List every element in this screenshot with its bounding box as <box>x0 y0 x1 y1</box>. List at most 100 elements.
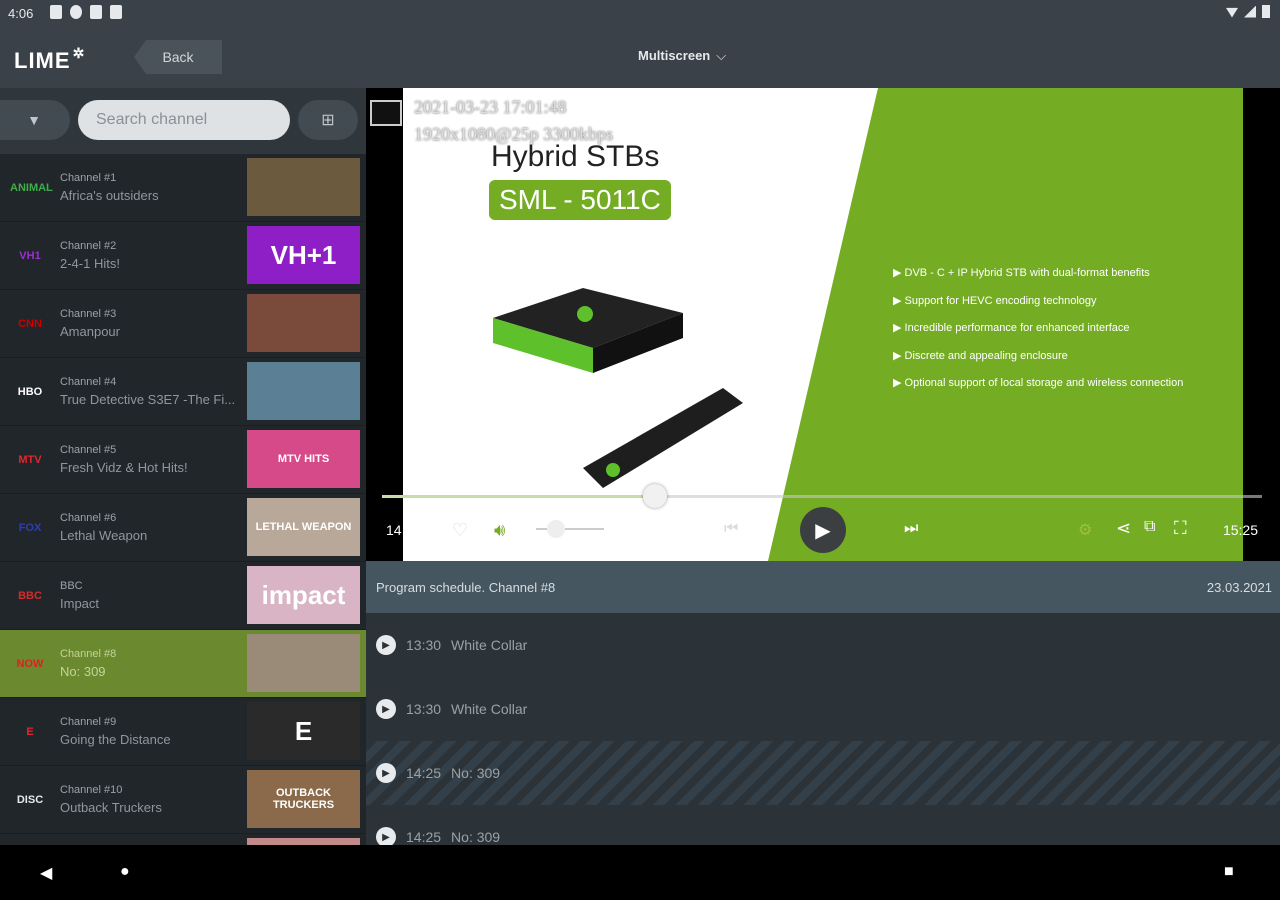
slide-bullet: ▶ Incredible performance for enhanced in… <box>893 322 1130 334</box>
fullscreen-icon[interactable]: ⛶ <box>1174 518 1187 539</box>
channel-toolbar: ▼ ⊞ <box>0 88 366 154</box>
search-input[interactable] <box>78 100 290 140</box>
program-schedule: Program schedule. Channel #8 23.03.2021 … <box>366 561 1280 845</box>
channel-row[interactable]: FOX Channel #6 Lethal Weapon LETHAL WEAPON <box>0 494 366 562</box>
play-icon: ▶ <box>815 519 831 542</box>
channel-program: 2-4-1 Hits! <box>60 256 120 271</box>
program-title: White Collar <box>451 701 528 717</box>
slide-bullets: ▶ DVB - C + IP Hybrid STB with dual-form… <box>893 260 1183 398</box>
channel-thumbnail: VH+1 <box>247 226 360 284</box>
skip-previous-icon[interactable]: ⏮︎ <box>724 520 738 538</box>
channel-number: Channel #6 <box>60 512 117 524</box>
slide-bullet: ▶ Support for HEVC encoding technology <box>893 294 1097 307</box>
video-player[interactable]: Hybrid STBs SML - 5011C ▶ DVB - C + IP H… <box>366 88 1280 561</box>
channel-thumbnail: MTV HITS <box>247 430 360 488</box>
channel-program: Africa's outsiders <box>60 188 159 203</box>
sync-icon <box>70 5 82 19</box>
nav-recents-icon[interactable]: ■ <box>1224 863 1234 881</box>
channel-row[interactable]: E Channel #9 Going the Distance E <box>0 698 366 766</box>
channel-thumbnail: LETHAL WEAPON <box>247 498 360 556</box>
picture-in-picture-icon[interactable]: ⧉ <box>1144 518 1155 536</box>
channel-program: Amanpour <box>60 324 120 339</box>
seek-handle[interactable] <box>642 484 667 508</box>
channel-list: ANIMAL Channel #1 Africa's outsiders VH1 Cha… <box>0 154 366 845</box>
back-button[interactable]: Back <box>134 40 222 74</box>
slide-model: SML - 5011C <box>489 180 671 220</box>
channel-thumbnail: E <box>247 702 360 760</box>
channel-row[interactable]: ANIMAL Channel #1 Africa's outsiders <box>0 154 366 222</box>
play-icon[interactable]: ▶ <box>376 763 396 783</box>
channel-logo: VH1 <box>19 249 41 262</box>
play-icon[interactable]: ▶ <box>376 635 396 655</box>
program-title: No: 309 <box>451 829 501 845</box>
channel-number: Channel #3 <box>60 308 117 320</box>
share-icon[interactable]: ⋖ <box>1116 518 1131 539</box>
program-time: 14:25 <box>406 829 442 845</box>
settings-icon[interactable]: ⚙ <box>1078 520 1092 540</box>
play-icon[interactable]: ▶ <box>376 827 396 845</box>
channel-row[interactable]: HBO Channel #4 True Detective S3E7 -The Fi… <box>0 358 366 426</box>
channel-number: Channel #5 <box>60 444 117 456</box>
schedule-title: Program schedule. Channel #8 <box>376 579 556 595</box>
favorite-icon[interactable]: ♡ <box>452 520 468 541</box>
channel-row[interactable]: MTV Channel #5 Fresh Vidz & Hot Hits! MTV H… <box>0 426 366 494</box>
nav-back-icon[interactable]: ◀ <box>40 863 52 883</box>
chevron-down-icon: ⌵ <box>716 48 727 63</box>
seek-bar[interactable] <box>382 484 1262 508</box>
multiscreen-dropdown[interactable]: Multiscreen ⌵ <box>638 48 726 64</box>
app-logo: LIME ✲ <box>14 45 86 73</box>
channel-number: Channel #4 <box>60 376 117 388</box>
channel-row[interactable]: CNN Channel #3 Amanpour <box>0 290 366 358</box>
channel-thumbnail <box>247 838 360 845</box>
channel-logo: E <box>26 725 34 738</box>
channel-program: No: 309 <box>60 664 106 679</box>
channel-row[interactable]: BBC BBC Impact impact <box>0 562 366 630</box>
program-time: 13:30 <box>406 637 442 653</box>
channel-program: Going the Distance <box>60 732 171 747</box>
schedule-date: 23.03.2021 <box>1206 579 1272 595</box>
channel-thumbnail <box>247 158 360 216</box>
channel-number: Channel #9 <box>60 716 117 728</box>
channel-number: BBC <box>60 580 83 592</box>
sd-card-icon <box>110 5 122 19</box>
play-icon[interactable]: ▶ <box>376 699 396 719</box>
volume-icon[interactable]: 🔊︎ <box>494 520 505 541</box>
channel-row[interactable]: Channel #11 <box>0 834 366 845</box>
channel-thumbnail: impact <box>247 566 360 624</box>
program-title: No: 309 <box>451 765 501 781</box>
play-button[interactable]: ▶ <box>800 507 846 553</box>
schedule-item[interactable]: ▶ 14:25 No: 309 <box>366 741 1280 805</box>
channel-sidebar: ▼ ⊞ ANIMAL Channel #1 Africa's outsiders VH… <box>0 88 366 845</box>
channel-logo: MTV <box>18 453 42 466</box>
channel-row[interactable]: NOW Channel #8 No: 309 <box>0 630 366 698</box>
filter-button[interactable]: ▼ <box>0 100 70 140</box>
channel-logo: FOX <box>18 521 42 534</box>
channel-logo: HBO <box>17 385 43 398</box>
status-bar: 4:06 <box>0 0 1280 28</box>
schedule-item[interactable]: ▶ 13:30 White Collar <box>366 677 1280 741</box>
program-title: White Collar <box>451 637 528 653</box>
snowflake-icon: ✲ <box>72 45 86 61</box>
program-time: 13:30 <box>406 701 442 717</box>
nav-home-icon[interactable]: ● <box>120 863 130 881</box>
stream-timestamp: 2021-03-23 17:01:48 <box>414 97 567 117</box>
skip-next-icon[interactable]: ⏭︎ <box>904 520 918 538</box>
schedule-item[interactable]: ▶ 13:30 White Collar <box>366 613 1280 677</box>
channel-number: Channel #10 <box>60 784 123 796</box>
channel-thumbnail: OUTBACK TRUCKERS <box>247 770 360 828</box>
set-top-box-image <box>493 288 683 373</box>
channel-row[interactable]: DISC Channel #10 Outback Truckers OUTBACK T… <box>0 766 366 834</box>
volume-slider[interactable] <box>536 528 604 530</box>
notification-icon <box>50 5 62 19</box>
channel-row[interactable]: VH1 Channel #2 2-4-1 Hits! VH+1 <box>0 222 366 290</box>
schedule-item[interactable]: ▶ 14:25 No: 309 <box>366 805 1280 845</box>
channel-thumbnail <box>247 294 360 352</box>
channel-logo: CNN <box>18 317 42 330</box>
video-frame: Hybrid STBs SML - 5011C ▶ DVB - C + IP H… <box>403 88 1243 561</box>
filter-icon: ▼ <box>27 112 41 128</box>
channel-number: Channel #8 <box>60 648 117 660</box>
grid-view-button[interactable]: ⊞ <box>298 100 358 140</box>
slide-bullet: ▶ DVB - C + IP Hybrid STB with dual-form… <box>893 267 1150 279</box>
battery-icon <box>1262 5 1270 18</box>
channel-thumbnail <box>247 634 360 692</box>
